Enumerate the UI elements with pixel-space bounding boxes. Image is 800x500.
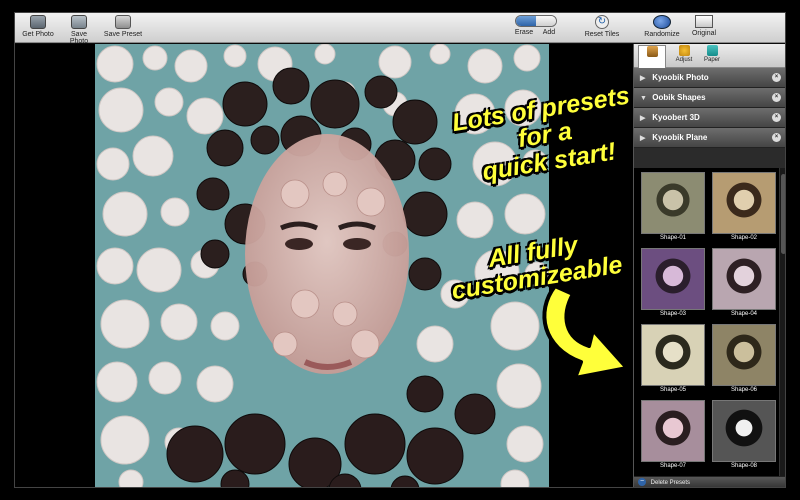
- erase-add-control[interactable]: Erase Add: [509, 15, 563, 36]
- thumbnail-label: Shape-03: [659, 311, 687, 317]
- preset-thumbnails: Shape-01 Shape-02 Shape-03 Shape-04 Shap…: [634, 168, 785, 476]
- save-photo-button[interactable]: Save Photo: [61, 15, 97, 45]
- randomize-icon: [653, 15, 671, 29]
- preset-icon: [115, 15, 131, 29]
- preset-group-kyoobik-photo[interactable]: ▶ Kyoobik Photo ×: [634, 68, 785, 88]
- app-window: Get Photo Save Photo Save Preset Erase A…: [14, 12, 786, 488]
- presets-panel: Adjust Paper ▶ Kyoobik Photo × ▼ Oobik S…: [633, 44, 785, 487]
- refresh-icon: ↻: [595, 15, 609, 29]
- preset-thumbnail[interactable]: [712, 172, 776, 234]
- scrollbar-knob[interactable]: [781, 174, 785, 254]
- erase-add-segmented[interactable]: [515, 15, 557, 27]
- randomize-label: Randomize: [644, 31, 680, 38]
- preset-thumbnail[interactable]: [712, 324, 776, 386]
- tab-paper-label: Paper: [703, 57, 720, 63]
- save-preset-button[interactable]: Save Preset: [103, 15, 143, 38]
- panel-tabs: Adjust Paper: [634, 44, 785, 68]
- save-icon: [71, 15, 87, 29]
- tab-adjust[interactable]: Adjust: [670, 45, 698, 63]
- randomize-button[interactable]: Randomize: [643, 15, 681, 38]
- thumbnail-label: Shape-06: [730, 387, 758, 393]
- preset-group-kyoobik-plane[interactable]: ▶ Kyoobik Plane ×: [634, 128, 785, 148]
- arrow-icon: [542, 284, 629, 380]
- thumbnail-label: Shape-07: [659, 463, 687, 469]
- delete-presets-label: Delete Presets: [650, 480, 691, 486]
- thumbnail-label: Shape-04: [730, 311, 758, 317]
- add-segment[interactable]: [536, 16, 556, 26]
- thumbnails-scrollbar[interactable]: [779, 168, 785, 476]
- thumbnail-label: Shape-08: [730, 463, 758, 469]
- group-label: Kyoobik Plane: [652, 133, 708, 142]
- original-button[interactable]: Original: [687, 15, 721, 37]
- reset-tiles-button[interactable]: ↻ Reset Tiles: [583, 15, 621, 38]
- disclosure-right-icon: ▶: [640, 135, 646, 142]
- original-icon: [695, 15, 713, 28]
- group-action-icon[interactable]: ×: [772, 113, 781, 122]
- add-label: Add: [542, 29, 556, 36]
- group-label: Kyoobik Photo: [652, 73, 709, 82]
- get-photo-label: Get Photo: [22, 31, 54, 38]
- preset-thumbnail[interactable]: [712, 248, 776, 310]
- photo-icon: [30, 15, 46, 29]
- canvas-area[interactable]: Lots of presets for a quick start! All f…: [15, 44, 633, 487]
- group-label: Kyoobert 3D: [652, 113, 700, 122]
- toolbar: Get Photo Save Photo Save Preset Erase A…: [15, 13, 785, 45]
- preset-thumbnail[interactable]: [712, 400, 776, 462]
- original-label: Original: [691, 30, 717, 37]
- group-action-icon[interactable]: ×: [772, 133, 781, 142]
- group-label: Oobik Shapes: [652, 93, 706, 102]
- presets-icon: [646, 46, 658, 57]
- save-photo-label: Save Photo: [69, 31, 89, 45]
- reset-tiles-label: Reset Tiles: [584, 31, 620, 38]
- erase-label: Erase: [514, 29, 534, 36]
- disclosure-right-icon: ▶: [640, 115, 646, 122]
- tab-adjust-label: Adjust: [675, 57, 693, 63]
- tab-paper[interactable]: Paper: [698, 45, 726, 63]
- disclosure-right-icon: ▶: [640, 75, 646, 82]
- paper-icon: [706, 45, 718, 56]
- preset-group-oobik-shapes[interactable]: ▼ Oobik Shapes ×: [634, 88, 785, 108]
- group-action-icon[interactable]: ×: [772, 93, 781, 102]
- get-photo-button[interactable]: Get Photo: [21, 15, 55, 38]
- preset-thumbnail[interactable]: [641, 400, 705, 462]
- group-action-icon[interactable]: ×: [772, 73, 781, 82]
- save-preset-label: Save Preset: [103, 31, 143, 38]
- preset-thumbnail[interactable]: [641, 248, 705, 310]
- delete-presets-button[interactable]: − Delete Presets: [634, 476, 785, 487]
- disclosure-down-icon: ▼: [640, 95, 647, 102]
- minus-icon: −: [638, 478, 646, 487]
- thumbnail-label: Shape-01: [659, 235, 687, 241]
- tab-presets[interactable]: [638, 45, 666, 68]
- thumbnail-label: Shape-05: [659, 387, 687, 393]
- thumbnail-label: Shape-02: [730, 235, 758, 241]
- preset-thumbnail[interactable]: [641, 324, 705, 386]
- erase-segment[interactable]: [516, 16, 536, 26]
- preset-thumbnail[interactable]: [641, 172, 705, 234]
- adjust-icon: [678, 45, 690, 56]
- preset-group-kyoobert-3d[interactable]: ▶ Kyoobert 3D ×: [634, 108, 785, 128]
